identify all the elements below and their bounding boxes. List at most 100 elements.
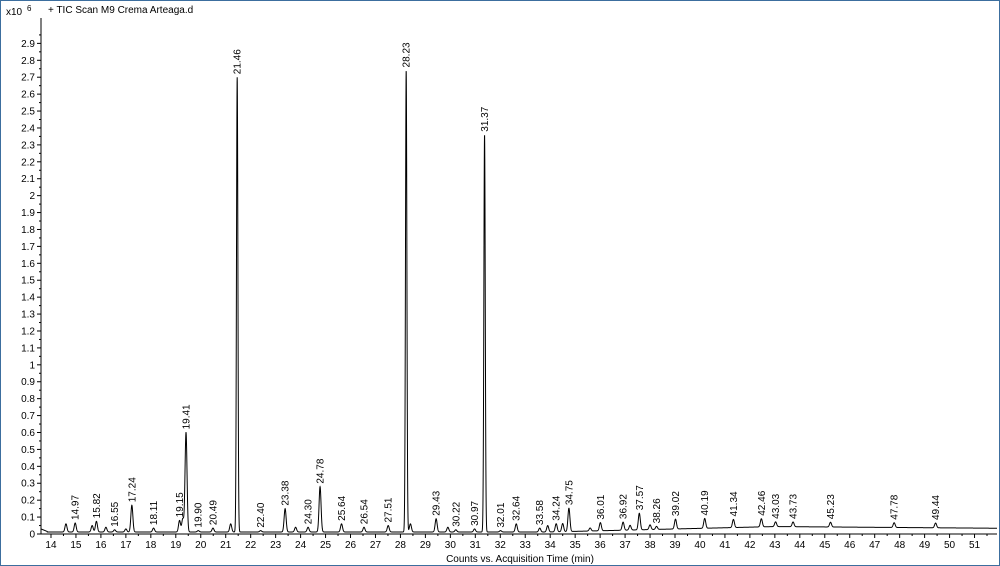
x-tick-label: 42 [744,540,756,551]
y-tick-label: 2.4 [21,123,35,134]
peak-label: 41.34 [729,491,740,516]
y-tick-label: 0.4 [21,462,35,473]
y-tick-label: 1.6 [21,259,35,270]
peak-label: 45.23 [826,494,837,519]
y-tick-label: 0.9 [21,377,35,388]
peak-label: 25.64 [337,495,348,520]
peak-label: 16.55 [110,501,121,526]
y-tick-label: 0.6 [21,428,35,439]
x-tick-label: 40 [694,540,706,551]
peak-label: 34.75 [564,480,575,505]
x-tick-label: 19 [170,540,182,551]
y-tick-label: 2.9 [21,39,35,50]
x-tick-label: 18 [145,540,157,551]
y-multiplier-base: x10 [6,7,23,18]
peak-label: 22.40 [256,502,267,527]
peak-label: 24.30 [304,499,315,524]
peak-label: 29.43 [432,490,443,515]
chromatogram-chart: x10 6 + TIC Scan M9 Crema Arteaga.d Coun… [0,0,1000,566]
outer-border [0,0,1000,566]
x-tick-label: 45 [819,540,831,551]
x-tick-label: 44 [794,540,806,551]
x-tick-label: 43 [769,540,781,551]
x-tick-label: 21 [220,540,232,551]
x-tick-label: 15 [70,540,82,551]
x-tick-label: 24 [295,540,307,551]
peak-label: 40.19 [700,490,711,515]
x-axis-label: Counts vs. Acquisition Time (min) [446,554,594,565]
y-tick-label: 2.5 [21,107,35,118]
peak-label: 28.23 [402,42,413,67]
y-multiplier-exponent: 6 [27,4,32,13]
y-tick-label: 1 [29,360,35,371]
x-tick-label: 34 [545,540,557,551]
x-tick-label: 50 [944,540,956,551]
x-tick-label: 47 [869,540,881,551]
peak-label: 14.97 [71,495,82,520]
y-tick-label: 2.2 [21,157,35,168]
y-tick-label: 2.1 [21,174,35,185]
y-tick-label: 0.2 [21,496,35,507]
y-tick-label: 2.3 [21,140,35,151]
peak-label: 37.57 [635,485,646,510]
x-tick-label: 31 [470,540,482,551]
x-tick-label: 25 [320,540,332,551]
y-tick-label: 0.7 [21,411,35,422]
y-tick-label: 0.8 [21,394,35,405]
peak-label: 32.64 [512,495,523,520]
peak-label: 24.78 [316,458,327,483]
peak-label: 31.37 [480,106,491,131]
x-tick-label: 38 [644,540,656,551]
peak-label: 17.24 [127,477,138,502]
y-tick-label: 0.1 [21,513,35,524]
x-tick-label: 30 [445,540,457,551]
peak-label: 20.49 [208,500,219,525]
y-tick-label: 1.2 [21,326,35,337]
y-tick-label: 0.5 [21,445,35,456]
peak-label: 36.01 [596,494,607,519]
y-tick-label: 1.7 [21,242,35,253]
y-tick-label: 1.1 [21,343,35,354]
peak-label: 30.97 [470,500,481,525]
x-tick-label: 37 [620,540,632,551]
peak-label: 43.73 [789,493,800,518]
x-tick-label: 14 [45,540,57,551]
x-tick-label: 20 [195,540,207,551]
x-tick-label: 35 [570,540,582,551]
x-tick-label: 33 [520,540,532,551]
x-tick-label: 49 [919,540,931,551]
peak-label: 18.11 [149,500,160,525]
y-tick-label: 0.3 [21,479,35,490]
y-tick-label: 1.8 [21,225,35,236]
peak-label: 26.54 [359,499,370,524]
x-tick-label: 28 [395,540,407,551]
peak-label: 32.01 [496,502,507,527]
peak-label: 39.02 [671,491,682,516]
x-tick-label: 32 [495,540,507,551]
x-tick-label: 39 [669,540,681,551]
x-tick-label: 26 [345,540,357,551]
peak-label: 36.92 [619,494,630,519]
peak-label: 47.78 [890,494,901,519]
chart-title: + TIC Scan M9 Crema Arteaga.d [48,5,193,16]
x-tick-label: 41 [719,540,731,551]
y-tick-label: 1.4 [21,293,35,304]
peak-label: 19.41 [182,404,193,429]
y-tick-label: 1.9 [21,208,35,219]
y-tick-label: 0 [29,530,35,541]
x-tick-label: 46 [844,540,856,551]
peak-label: 49.44 [931,495,942,520]
y-tick-label: 1.5 [21,276,35,287]
y-tick-label: 1.3 [21,310,35,321]
y-tick-label: 2.8 [21,56,35,67]
chromatogram-frame: x10 6 + TIC Scan M9 Crema Arteaga.d Coun… [0,0,1000,566]
x-tick-label: 51 [969,540,981,551]
x-tick-label: 36 [595,540,607,551]
peak-label: 33.58 [535,500,546,525]
peak-label: 27.51 [384,497,395,522]
peak-label: 30.22 [451,501,462,526]
x-tick-label: 23 [270,540,282,551]
x-tick-label: 29 [420,540,432,551]
x-tick-label: 16 [95,540,107,551]
peak-label: 43.03 [771,493,782,518]
